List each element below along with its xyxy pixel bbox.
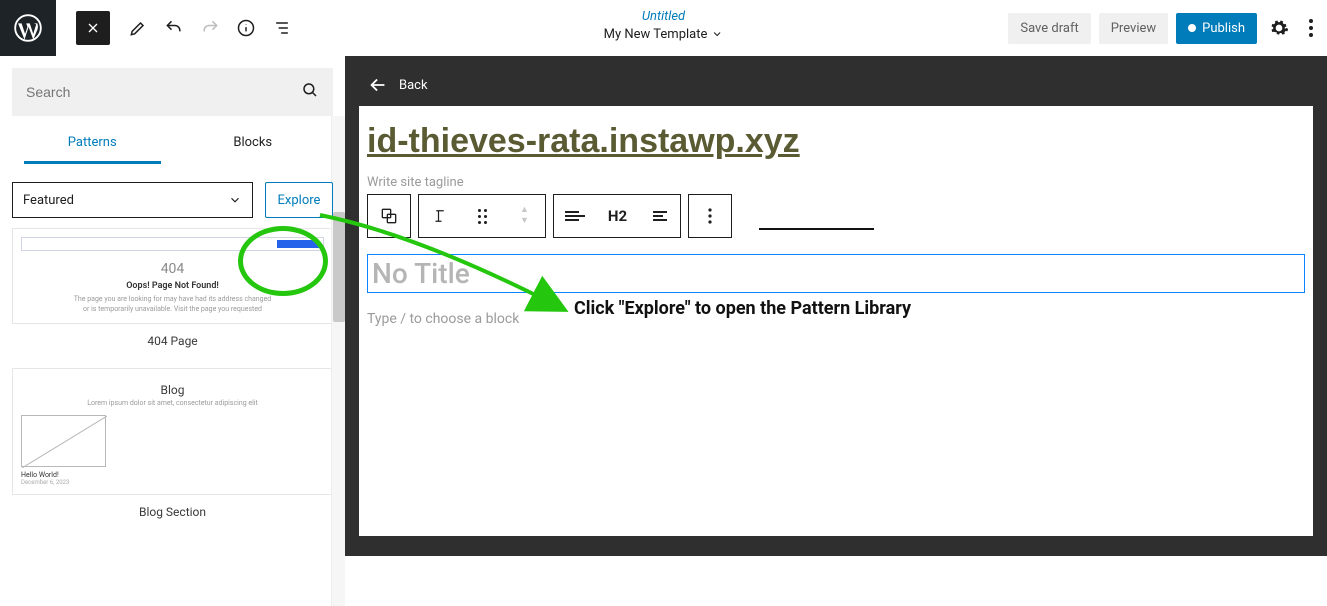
document-info-button[interactable] [228,10,264,46]
pattern-category-select[interactable]: Featured [12,182,253,218]
template-back-row[interactable]: Back [345,56,1327,106]
post-title-placeholder: No Title [372,257,1300,290]
select-parent-button[interactable] [368,194,410,238]
page-surface[interactable]: id-thieves-rata.instawp.xyz Write site t… [359,106,1313,536]
move-up-down-button[interactable]: ▲▼ [503,194,545,238]
pattern-caption: Blog Section [12,495,333,533]
editor-topbar: Untitled My New Template Save draft Prev… [0,0,1327,56]
list-view-button[interactable] [264,10,300,46]
document-title[interactable]: Untitled My New Template [604,8,724,43]
more-options-button[interactable] [1301,14,1321,42]
search-icon [301,81,319,103]
wordpress-logo[interactable] [0,0,56,56]
block-more-options-button[interactable] [689,194,731,238]
inserter-search[interactable] [12,68,333,116]
chevron-down-icon [711,28,723,40]
inserter-tabs: Patterns Blocks [0,120,345,164]
chevron-down-icon [228,193,242,207]
sidebar-scrollbar[interactable] [331,116,345,606]
text-align-button[interactable] [638,194,680,238]
align-button[interactable] [554,194,596,238]
pattern-caption: 404 Page [12,324,333,362]
drag-handle[interactable] [461,194,503,238]
save-draft-button[interactable]: Save draft [1008,13,1090,44]
pattern-card[interactable]: 404 Oops! Page Not Found! The page you a… [12,228,333,362]
pattern-thumbnail: Blog Lorem ipsum dolor sit amet, consect… [12,368,333,495]
site-title-link[interactable]: id-thieves-rata.instawp.xyz [359,122,1313,161]
publish-label: Publish [1202,21,1245,36]
tab-blocks[interactable]: Blocks [173,120,334,164]
doc-title-text: Untitled [604,8,724,26]
post-title-block[interactable]: No Title [367,254,1305,293]
block-type-button[interactable] [419,194,461,238]
annotation-text: Click "Explore" to open the Pattern Libr… [574,298,911,319]
settings-button[interactable] [1265,14,1293,42]
block-toolbar: ▲▼ H2 [367,194,1313,238]
preview-button[interactable]: Preview [1099,13,1168,44]
heading-level-button[interactable]: H2 [596,194,638,238]
publish-button[interactable]: Publish [1176,13,1257,44]
arrow-left-icon [367,74,389,96]
select-value: Featured [23,193,74,208]
pattern-thumbnail: 404 Oops! Page Not Found! The page you a… [12,228,333,324]
status-dot-icon [1188,24,1196,32]
toolbar-underline-decoration [759,228,874,230]
explore-patterns-button[interactable]: Explore [265,182,333,218]
pattern-card[interactable]: Blog Lorem ipsum dolor sit amet, consect… [12,368,333,533]
pattern-filter-row: Featured Explore [0,164,345,228]
close-inserter-button[interactable] [76,11,110,45]
redo-button[interactable] [192,10,228,46]
site-tagline-placeholder[interactable]: Write site tagline [367,175,464,190]
topbar-right-actions: Save draft Preview Publish [1008,0,1321,56]
tab-patterns[interactable]: Patterns [12,120,173,164]
pattern-list[interactable]: 404 Oops! Page Not Found! The page you a… [0,228,345,568]
scrollbar-thumb[interactable] [333,212,345,322]
block-inserter-sidebar: Patterns Blocks Featured Explore 404 Oop… [0,56,345,556]
search-input[interactable] [26,84,301,100]
undo-button[interactable] [156,10,192,46]
template-name: My New Template [604,26,708,44]
edit-tool-button[interactable] [120,10,156,46]
back-label: Back [399,78,428,93]
